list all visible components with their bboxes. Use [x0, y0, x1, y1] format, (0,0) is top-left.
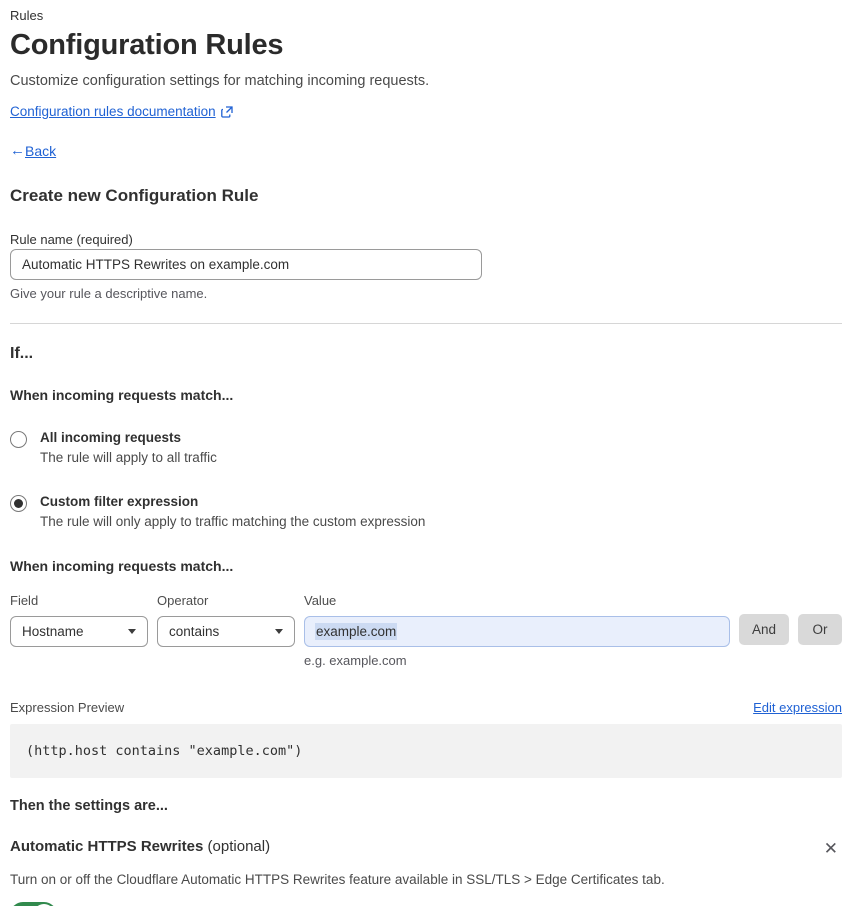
documentation-link[interactable]: Configuration rules documentation — [10, 104, 216, 119]
and-button[interactable]: And — [738, 614, 789, 645]
edit-expression-link[interactable]: Edit expression — [753, 700, 842, 715]
field-select-value: Hostname — [22, 624, 84, 639]
page-title: Configuration Rules — [10, 29, 284, 61]
field-label: Field — [10, 593, 39, 608]
back-row: ← Back — [10, 142, 842, 159]
breadcrumb: Rules — [10, 8, 44, 23]
setting-header: Automatic HTTPS Rewrites (optional) ✕ — [10, 838, 842, 859]
setting-name: Automatic HTTPS Rewrites — [10, 838, 204, 855]
operator-select-value: contains — [169, 624, 220, 639]
if-heading: If... — [10, 345, 34, 362]
operator-label: Operator — [157, 593, 209, 608]
radio-option-description: The rule will apply to all traffic — [40, 450, 217, 465]
expression-preview-code: (http.host contains "example.com") — [10, 724, 842, 778]
radio-option-description: The rule will only apply to traffic matc… — [40, 514, 426, 529]
doc-link-row: Configuration rules documentation — [10, 104, 842, 119]
back-arrow-icon: ← — [10, 142, 25, 159]
radio-option-all-requests[interactable]: All incoming requests The rule will appl… — [10, 430, 842, 465]
builder-heading: When incoming requests match... — [10, 558, 234, 574]
radio-option-label: All incoming requests — [40, 430, 182, 445]
or-button[interactable]: Or — [798, 614, 842, 645]
close-icon[interactable]: ✕ — [820, 838, 842, 859]
setting-optional-suffix: (optional) — [207, 838, 271, 855]
expression-preview-row: Expression Preview Edit expression — [10, 700, 842, 715]
chevron-down-icon — [128, 629, 136, 634]
value-label: Value — [304, 593, 337, 608]
back-link[interactable]: Back — [25, 143, 56, 159]
rule-name-input[interactable] — [10, 249, 482, 280]
section-divider — [10, 323, 842, 324]
field-select[interactable]: Hostname — [10, 616, 148, 647]
rule-name-label: Rule name (required) — [10, 232, 133, 247]
value-input-text: example.com — [315, 623, 398, 640]
match-heading: When incoming requests match... — [10, 387, 234, 403]
expression-builder-row: Field Hostname Operator contains Value e… — [10, 593, 842, 668]
automatic-https-rewrites-toggle[interactable]: ✓ — [10, 902, 57, 906]
then-heading: Then the settings are... — [10, 798, 168, 814]
radio-option-label: Custom filter expression — [40, 494, 199, 509]
value-input[interactable]: example.com — [304, 616, 730, 647]
radio-icon[interactable] — [10, 431, 27, 448]
rule-name-helper: Give your rule a descriptive name. — [10, 286, 208, 301]
expression-preview-label: Expression Preview — [10, 700, 125, 715]
create-rule-heading: Create new Configuration Rule — [10, 186, 259, 205]
page-subtitle: Customize configuration settings for mat… — [10, 73, 430, 89]
value-helper: e.g. example.com — [304, 653, 407, 668]
setting-description: Turn on or off the Cloudflare Automatic … — [10, 872, 665, 887]
setting-title: Automatic HTTPS Rewrites (optional) — [10, 838, 270, 855]
radio-option-custom-expression[interactable]: Custom filter expression The rule will o… — [10, 494, 842, 529]
external-link-icon — [220, 105, 233, 118]
operator-select[interactable]: contains — [157, 616, 295, 647]
radio-icon[interactable] — [10, 495, 27, 512]
chevron-down-icon — [275, 629, 283, 634]
